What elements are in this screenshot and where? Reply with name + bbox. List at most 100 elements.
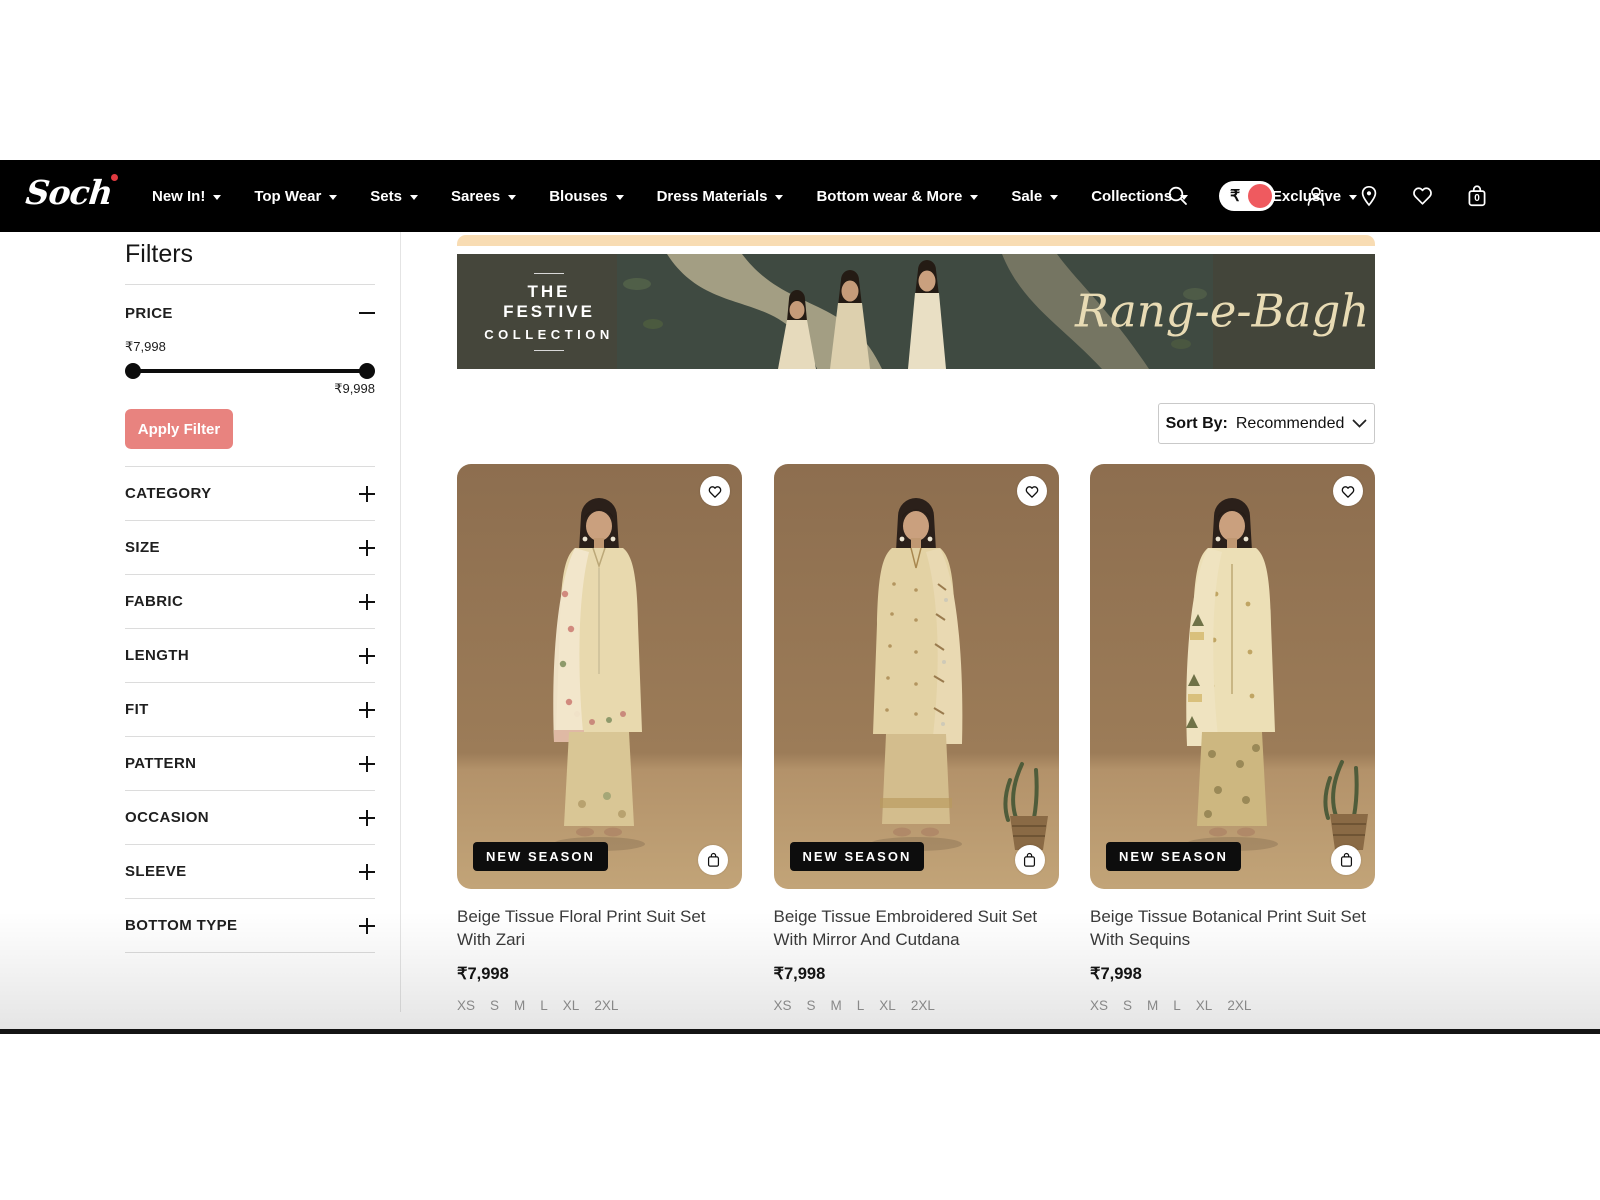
nav-item-sarees[interactable]: Sarees	[451, 188, 516, 205]
size-option[interactable]: L	[540, 998, 548, 1013]
filter-section-label: SLEEVE	[125, 863, 187, 880]
size-option[interactable]: M	[514, 998, 525, 1013]
size-option[interactable]: L	[857, 998, 865, 1013]
nav-item-label: New In!	[152, 188, 205, 205]
store-locator-button[interactable]	[1357, 184, 1381, 208]
currency-toggle[interactable]: ₹	[1219, 181, 1275, 211]
wishlist-button[interactable]	[700, 476, 730, 506]
product-image[interactable]: NEW SEASON	[774, 464, 1059, 889]
account-icon	[1304, 184, 1328, 208]
nav-item-label: Top Wear	[254, 188, 321, 205]
product-image[interactable]: NEW SEASON	[457, 464, 742, 889]
filter-section-bottom-type[interactable]: BOTTOM TYPE	[125, 899, 375, 952]
product-name[interactable]: Beige Tissue Embroidered Suit Set With M…	[774, 905, 1059, 951]
new-season-badge: NEW SEASON	[790, 842, 925, 871]
chevron-down-icon	[410, 195, 418, 200]
bag-button[interactable]: 0	[1464, 183, 1490, 209]
size-option[interactable]: M	[831, 998, 842, 1013]
add-to-bag-button[interactable]	[1015, 845, 1045, 875]
filter-section-label: OCCASION	[125, 809, 209, 826]
slider-handle-max[interactable]	[359, 363, 375, 379]
bag-count: 0	[1464, 193, 1490, 204]
bag-icon	[1339, 852, 1354, 868]
banner-title: Rang-e-Bagh	[1075, 284, 1369, 337]
wishlist-button[interactable]	[1333, 476, 1363, 506]
size-option[interactable]: 2XL	[594, 998, 618, 1013]
filters-sidebar: Filters PRICE ₹7,998 ₹9,998 Apply Filter…	[125, 240, 375, 953]
product-image[interactable]: NEW SEASON	[1090, 464, 1375, 889]
filter-section-price[interactable]: PRICE	[125, 289, 375, 337]
slider-track	[131, 369, 369, 373]
festive-collection-banner[interactable]: THE FESTIVE COLLECTION Rang-e-Bagh	[457, 254, 1375, 369]
size-option[interactable]: S	[807, 998, 816, 1013]
sort-by-dropdown[interactable]: Sort By: Recommended	[1158, 403, 1375, 444]
chevron-down-icon	[775, 195, 783, 200]
size-option[interactable]: XS	[774, 998, 792, 1013]
filter-section-pattern[interactable]: PATTERN	[125, 737, 375, 790]
logo-dot-icon	[111, 174, 118, 181]
plus-icon	[359, 486, 375, 502]
bag-icon	[1022, 852, 1037, 868]
size-option[interactable]: XS	[457, 998, 475, 1013]
sort-row: Sort By: Recommended	[457, 403, 1375, 444]
add-to-bag-button[interactable]	[1331, 845, 1361, 875]
product-name[interactable]: Beige Tissue Botanical Print Suit Set Wi…	[1090, 905, 1375, 951]
chevron-down-icon	[1050, 195, 1058, 200]
filter-section-length[interactable]: LENGTH	[125, 629, 375, 682]
add-to-bag-button[interactable]	[698, 845, 728, 875]
rule-line	[534, 273, 564, 274]
promo-strip	[457, 235, 1375, 246]
nav-item-top-wear[interactable]: Top Wear	[254, 188, 337, 205]
filter-section-sleeve[interactable]: SLEEVE	[125, 845, 375, 898]
wishlist-heart-icon	[1410, 184, 1435, 208]
search-button[interactable]	[1166, 184, 1190, 208]
soch-listing-page: Soch New In! Top Wear Sets Sarees Blouse…	[0, 0, 1600, 1200]
sort-by-label: Sort By:	[1166, 415, 1228, 433]
wishlist-button[interactable]	[1017, 476, 1047, 506]
collection-eyebrow: THE FESTIVE COLLECTION	[481, 273, 617, 351]
filter-section-size[interactable]: SIZE	[125, 521, 375, 574]
nav-item-label: Collections	[1091, 188, 1172, 205]
size-option[interactable]: XS	[1090, 998, 1108, 1013]
nav-item-blouses[interactable]: Blouses	[549, 188, 623, 205]
wishlist-button[interactable]	[1410, 184, 1435, 208]
section-edge-bar	[0, 1029, 1600, 1034]
size-option[interactable]: XL	[563, 998, 580, 1013]
size-option[interactable]: 2XL	[1227, 998, 1251, 1013]
size-option[interactable]: XL	[1196, 998, 1213, 1013]
filter-section-label: LENGTH	[125, 647, 189, 664]
heart-icon	[707, 484, 723, 499]
plus-icon	[359, 594, 375, 610]
nav-item-sets[interactable]: Sets	[370, 188, 418, 205]
size-options: XS S M L XL 2XL	[1090, 998, 1375, 1013]
filter-section-category[interactable]: CATEGORY	[125, 467, 375, 520]
nav-item-new-in[interactable]: New In!	[152, 188, 221, 205]
size-option[interactable]: S	[1123, 998, 1132, 1013]
filter-section-label: PRICE	[125, 305, 173, 322]
apply-filter-button[interactable]: Apply Filter	[125, 409, 233, 449]
slider-handle-min[interactable]	[125, 363, 141, 379]
size-option[interactable]: S	[490, 998, 499, 1013]
product-card: NEW SEASON Beige Tissue Embroidered Suit…	[774, 464, 1059, 1013]
chevron-down-icon	[508, 195, 516, 200]
nav-item-dress-materials[interactable]: Dress Materials	[657, 188, 784, 205]
filter-section-fabric[interactable]: FABRIC	[125, 575, 375, 628]
plus-icon	[359, 864, 375, 880]
chevron-down-icon	[329, 195, 337, 200]
filter-section-occasion[interactable]: OCCASION	[125, 791, 375, 844]
nav-item-bottom-wear-more[interactable]: Bottom wear & More	[816, 188, 978, 205]
nav-item-sale[interactable]: Sale	[1011, 188, 1058, 205]
price-range-slider[interactable]	[125, 363, 375, 379]
size-option[interactable]: L	[1173, 998, 1181, 1013]
account-button[interactable]	[1304, 184, 1328, 208]
soch-logo[interactable]: Soch	[26, 173, 112, 212]
size-option[interactable]: M	[1147, 998, 1158, 1013]
filter-section-fit[interactable]: FIT	[125, 683, 375, 736]
nav-item-label: Bottom wear & More	[816, 188, 962, 205]
minus-icon	[359, 312, 375, 314]
product-card: NEW SEASON Beige Tissue Botanical Print …	[1090, 464, 1375, 1013]
product-name[interactable]: Beige Tissue Floral Print Suit Set With …	[457, 905, 742, 951]
chevron-down-icon	[213, 195, 221, 200]
size-option[interactable]: 2XL	[911, 998, 935, 1013]
size-option[interactable]: XL	[879, 998, 896, 1013]
